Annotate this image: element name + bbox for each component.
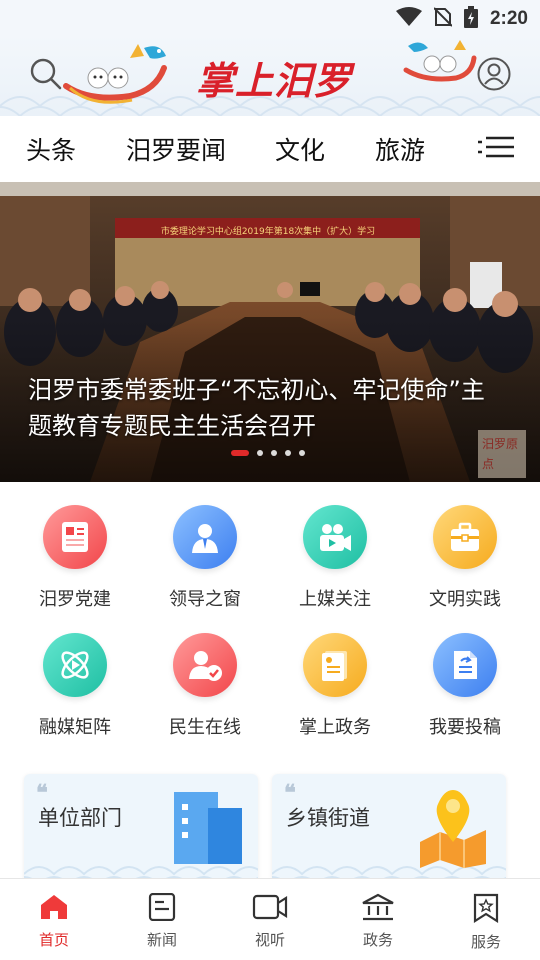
card-units-departments[interactable]: ❝ 单位部门 <box>24 774 258 884</box>
user-check-icon <box>173 633 237 697</box>
channel-tabs: 头条 汨罗要闻 文化 旅游 视频 <box>0 116 540 182</box>
nav-label: 首页 <box>38 931 69 949</box>
status-bar: 2:20 <box>0 0 540 36</box>
carousel-caption[interactable]: 汨罗市委常委班子“不忘初心、牢记使命”主题教育专题民主生活会召开 <box>28 372 498 444</box>
card-towns-streets[interactable]: ❝ 乡镇街道 <box>272 774 506 884</box>
carousel-banner-text: 市委理论学习中心组2019年第18次集中（扩大）学习 <box>160 227 376 237</box>
app-screen: 2:20 掌上汨罗 头条 汨罗要闻 文化 旅游 市委理论学习中心组2019年第1… <box>0 0 540 960</box>
grid-item-label: 掌上政务 <box>299 717 371 738</box>
government-icon <box>361 893 395 925</box>
app-logo: 掌上汨罗 <box>196 58 353 103</box>
grid-item-leader-window[interactable]: 领导之窗 <box>140 505 270 613</box>
carousel-dot[interactable] <box>299 450 305 456</box>
dragon-boat-illustration <box>402 36 478 90</box>
no-sim-icon <box>433 7 453 31</box>
grid-item-label: 领导之窗 <box>169 589 241 610</box>
user-avatar-icon <box>477 57 511 95</box>
nav-label: 视听 <box>254 931 285 949</box>
grid-item-label: 民生在线 <box>169 717 241 738</box>
video-icon <box>252 893 288 925</box>
atom-play-icon <box>43 633 107 697</box>
wifi-icon <box>395 7 422 31</box>
card-title: 单位部门 <box>38 806 122 830</box>
carousel-dot[interactable] <box>285 450 291 456</box>
tab-miluo-news[interactable]: 汨罗要闻 <box>126 116 226 182</box>
tab-tourism[interactable]: 旅游 <box>375 116 425 182</box>
grid-item-civilization-practice[interactable]: 文明实践 <box>400 505 530 613</box>
tab-headlines[interactable]: 头条 <box>26 116 76 182</box>
nav-label: 新闻 <box>146 931 177 949</box>
card-title: 乡镇街道 <box>286 806 370 830</box>
certificate-icon <box>303 633 367 697</box>
grid-item-label: 上媒关注 <box>299 589 371 610</box>
grid-item-label: 我要投稿 <box>429 717 501 738</box>
dragon-boat-illustration <box>60 38 170 116</box>
nav-label: 服务 <box>470 933 501 951</box>
news-carousel[interactable]: 市委理论学习中心组2019年第18次集中（扩大）学习 汨罗原点 汨罗市委常委班子… <box>0 182 540 482</box>
news-icon <box>147 892 177 925</box>
home-icon <box>39 893 69 925</box>
tab-culture[interactable]: 文化 <box>275 116 325 182</box>
buildings-icon <box>172 788 244 872</box>
status-icons: 2:20 <box>395 6 528 32</box>
grid-item-government-affairs[interactable]: 掌上政务 <box>270 633 400 741</box>
carousel-dot-active[interactable] <box>231 450 249 456</box>
entry-cards: ❝ 单位部门 ❝ 乡镇街道 <box>24 774 516 884</box>
carousel-indicator <box>231 450 305 456</box>
leader-icon <box>173 505 237 569</box>
nav-government[interactable]: 政务 <box>324 879 432 960</box>
grid-item-media-matrix[interactable]: 融媒矩阵 <box>10 633 140 741</box>
menu-list-icon <box>478 136 514 162</box>
carousel-dot[interactable] <box>271 450 277 456</box>
grid-item-media-focus[interactable]: 上媒关注 <box>270 505 400 613</box>
user-profile-button[interactable] <box>474 56 514 96</box>
grid-item-party-building[interactable]: 汨罗党建 <box>10 505 140 613</box>
status-time: 2:20 <box>489 8 528 29</box>
grid-item-submit-article[interactable]: 我要投稿 <box>400 633 530 741</box>
grid-item-label: 汨罗党建 <box>39 589 111 610</box>
bottom-navigation: 首页 新闻 视听 政务 服务 <box>0 878 540 960</box>
nav-service[interactable]: 服务 <box>432 879 540 960</box>
carousel-dot[interactable] <box>257 450 263 456</box>
app-header: 掌上汨罗 <box>0 36 540 116</box>
battery-charging-icon <box>463 6 478 32</box>
service-bookmark-icon <box>471 893 501 927</box>
video-camera-icon <box>303 505 367 569</box>
location-map-icon <box>414 788 492 872</box>
channel-menu-button[interactable] <box>476 136 516 162</box>
grid-item-livelihood-online[interactable]: 民生在线 <box>140 633 270 741</box>
search-icon <box>29 57 63 95</box>
briefcase-icon <box>433 505 497 569</box>
party-building-icon <box>43 505 107 569</box>
nav-home[interactable]: 首页 <box>0 879 108 960</box>
submit-document-icon <box>433 633 497 697</box>
function-grid: 汨罗党建 领导之窗 上媒关注 文明实践 融媒矩阵 民生在线 掌上政务 我要投稿 <box>10 505 530 741</box>
grid-item-label: 融媒矩阵 <box>39 717 111 738</box>
nav-video[interactable]: 视听 <box>216 879 324 960</box>
grid-item-label: 文明实践 <box>429 589 501 610</box>
nav-news[interactable]: 新闻 <box>108 879 216 960</box>
nav-label: 政务 <box>362 931 393 949</box>
